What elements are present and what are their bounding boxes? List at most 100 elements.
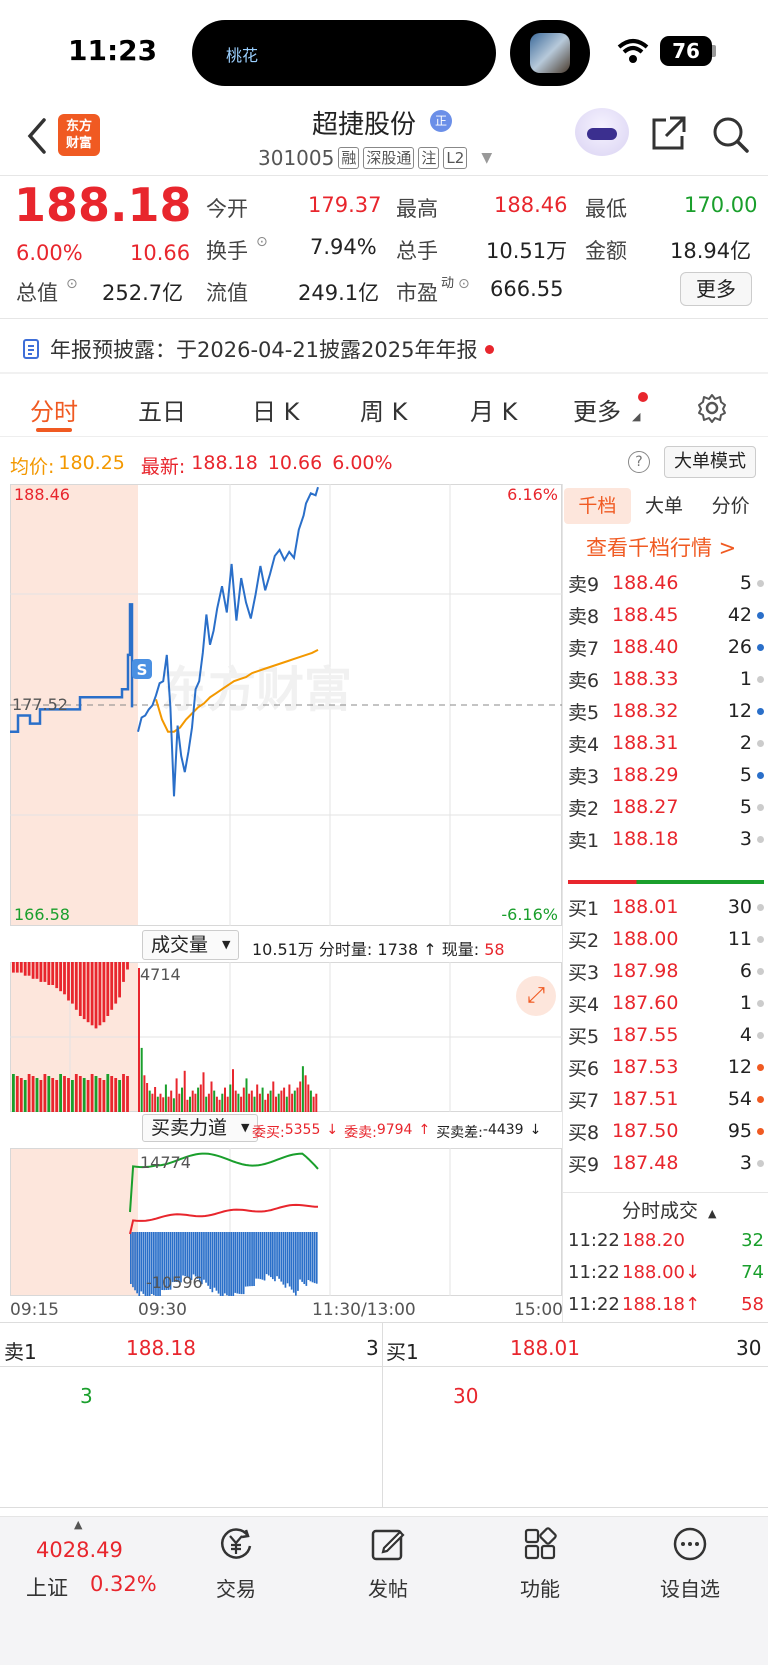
volume-bar bbox=[224, 1087, 226, 1112]
bottom-top-divider bbox=[0, 1322, 768, 1323]
ask-row[interactable]: 卖2 188.27 5 bbox=[568, 790, 764, 824]
volume-bar bbox=[240, 1096, 243, 1112]
nav-add-watchlist-label: 设自选 bbox=[660, 1577, 720, 1601]
stock-code-row[interactable]: 301005 融 深股通 注 L2 ▼ bbox=[258, 146, 492, 170]
tab-weekly-k[interactable]: 周 K bbox=[360, 392, 407, 427]
ask-row[interactable]: 卖9 188.46 5 bbox=[568, 566, 764, 600]
pre-open-volume-bar bbox=[12, 1074, 15, 1112]
tab-price-distribution[interactable]: 分价 bbox=[697, 488, 764, 524]
force-diff-bar bbox=[215, 1232, 218, 1291]
index-name[interactable]: 上证 bbox=[26, 1572, 68, 1602]
ask-row[interactable]: 卖8 188.45 42 bbox=[568, 598, 764, 632]
price-chart[interactable]: 东方财富 188.46 166.58 177.52 6.16% -6.16% S bbox=[10, 484, 562, 926]
bid-price: 187.50 bbox=[612, 1120, 679, 1142]
pre-open-volume-bar bbox=[39, 962, 43, 982]
more-button[interactable]: 更多 bbox=[680, 272, 752, 306]
pre-open-volume-bar bbox=[59, 1074, 62, 1112]
force-diff-bar bbox=[194, 1232, 197, 1277]
volume-bar bbox=[280, 1090, 283, 1112]
tab-monthly-k[interactable]: 月 K bbox=[470, 392, 517, 427]
tab-intraday[interactable]: 分时 bbox=[30, 392, 78, 427]
nav-add-watchlist[interactable]: 设自选 bbox=[640, 1526, 740, 1602]
bid-row[interactable]: 买7 187.51 54 bbox=[568, 1082, 764, 1116]
force-chart[interactable]: 14774 -10596 bbox=[10, 1148, 562, 1296]
pre-open-volume-bar bbox=[90, 962, 94, 1026]
bid-row[interactable]: 买6 187.53 12 bbox=[568, 1050, 764, 1084]
force-diff-bar bbox=[132, 1232, 134, 1288]
bottom-ask-price: 188.18 bbox=[126, 1336, 196, 1360]
bid-row[interactable]: 买2 188.00 11 bbox=[568, 922, 764, 956]
volume-bar bbox=[191, 1090, 194, 1112]
volume-bar bbox=[151, 1093, 154, 1112]
mktcap-info-icon[interactable]: ⊙ bbox=[66, 276, 78, 292]
ask-row[interactable]: 卖6 188.33 1 bbox=[568, 662, 764, 696]
bid-dot bbox=[752, 1095, 764, 1103]
bid-qty: 3 bbox=[739, 1152, 752, 1174]
volume-bar bbox=[140, 1047, 143, 1112]
settings-gear-icon[interactable] bbox=[696, 392, 728, 424]
ask-row[interactable]: 卖5 188.32 12 bbox=[568, 694, 764, 728]
volume-selector[interactable]: 成交量 ▼ bbox=[142, 930, 240, 960]
s-marker-icon[interactable]: S bbox=[132, 659, 152, 679]
trades-title[interactable]: 分时成交 ▲ bbox=[622, 1196, 716, 1223]
bid-row[interactable]: 买5 187.55 4 bbox=[568, 1018, 764, 1052]
annual-report-notice[interactable]: 年报预披露：于2026-04-21披露2025年年报 bbox=[22, 334, 495, 364]
index-value[interactable]: 4028.49 bbox=[36, 1538, 123, 1562]
bid-row[interactable]: 买1 188.01 30 bbox=[568, 890, 764, 924]
pre-open-volume-bar bbox=[118, 1080, 121, 1112]
turnover-info-icon[interactable]: ⊙ bbox=[256, 234, 268, 250]
ask-row[interactable]: 卖4 188.31 2 bbox=[568, 726, 764, 760]
force-diff-bar bbox=[253, 1232, 255, 1286]
orderbook-tabs: 千档 大单 分价 bbox=[564, 488, 764, 524]
nav-functions[interactable]: 功能 bbox=[490, 1526, 590, 1602]
big-order-mode-button[interactable]: 大单模式 bbox=[664, 446, 756, 478]
stock-name[interactable]: 超捷股份 bbox=[312, 104, 416, 141]
volume-bar bbox=[156, 1096, 159, 1112]
ask-row[interactable]: 卖3 188.29 5 bbox=[568, 758, 764, 792]
force-selector[interactable]: 买卖力道 ▼ bbox=[142, 1114, 259, 1142]
nav-trade-label: 交易 bbox=[216, 1577, 256, 1601]
tab-more[interactable]: 更多 bbox=[573, 392, 621, 427]
view-thousand-levels-link[interactable]: 查看千档行情 > bbox=[586, 532, 736, 562]
bid-ask-ratio-bar bbox=[568, 880, 764, 884]
mktcap-value: 252.7亿 bbox=[102, 281, 184, 305]
volume-chart[interactable]: 4714 bbox=[10, 962, 562, 1112]
back-icon[interactable] bbox=[24, 116, 50, 156]
index-pct[interactable]: 0.32% bbox=[90, 1572, 157, 1596]
pre-open-volume-bar bbox=[94, 1076, 98, 1112]
nav-post[interactable]: 发帖 bbox=[338, 1526, 438, 1602]
bid-row[interactable]: 买4 187.60 1 bbox=[568, 986, 764, 1020]
bid-row[interactable]: 买3 187.98 6 bbox=[568, 954, 764, 988]
bottom-bid-price: 188.01 bbox=[510, 1336, 580, 1360]
share-icon[interactable] bbox=[650, 114, 688, 152]
bid-dot bbox=[752, 903, 764, 911]
volume-bar bbox=[301, 1066, 304, 1112]
nav-trade[interactable]: 交易 bbox=[186, 1526, 286, 1602]
tab-daily-k[interactable]: 日 K bbox=[252, 392, 299, 427]
bottom-center-divider bbox=[382, 1322, 383, 1507]
bid-row[interactable]: 买8 187.50 95 bbox=[568, 1114, 764, 1148]
ask-dot bbox=[752, 707, 764, 715]
dropdown-icon[interactable]: ▼ bbox=[481, 150, 492, 166]
tabs-divider bbox=[0, 436, 768, 437]
island-app-thumb[interactable] bbox=[510, 20, 590, 86]
battery-tip bbox=[712, 45, 716, 57]
pre-open-volume-bar bbox=[114, 962, 118, 1004]
stock-code: 301005 bbox=[258, 146, 335, 170]
help-icon[interactable]: ? bbox=[628, 451, 650, 473]
assistant-robot-icon[interactable] bbox=[575, 108, 629, 156]
buy-force-line bbox=[129, 1203, 319, 1235]
pe-info-icon[interactable]: ⊙ bbox=[458, 276, 470, 292]
tab-big-orders[interactable]: 大单 bbox=[631, 488, 698, 524]
search-icon[interactable] bbox=[710, 114, 750, 154]
ask-row[interactable]: 卖1 188.18 3 bbox=[568, 822, 764, 856]
bid-row[interactable]: 买9 187.48 3 bbox=[568, 1146, 764, 1180]
tab-thousand-levels[interactable]: 千档 bbox=[564, 488, 631, 524]
expand-icon[interactable]: ⤢ bbox=[516, 976, 556, 1016]
trade-qty: 32 bbox=[741, 1229, 764, 1251]
pre-open-volume-bar bbox=[39, 1080, 43, 1112]
tab-five-day[interactable]: 五日 bbox=[138, 392, 186, 427]
ask-row[interactable]: 卖7 188.40 26 bbox=[568, 630, 764, 664]
force-selector-label: 买卖力道 bbox=[151, 1117, 228, 1139]
force-diff-bar bbox=[292, 1232, 295, 1293]
